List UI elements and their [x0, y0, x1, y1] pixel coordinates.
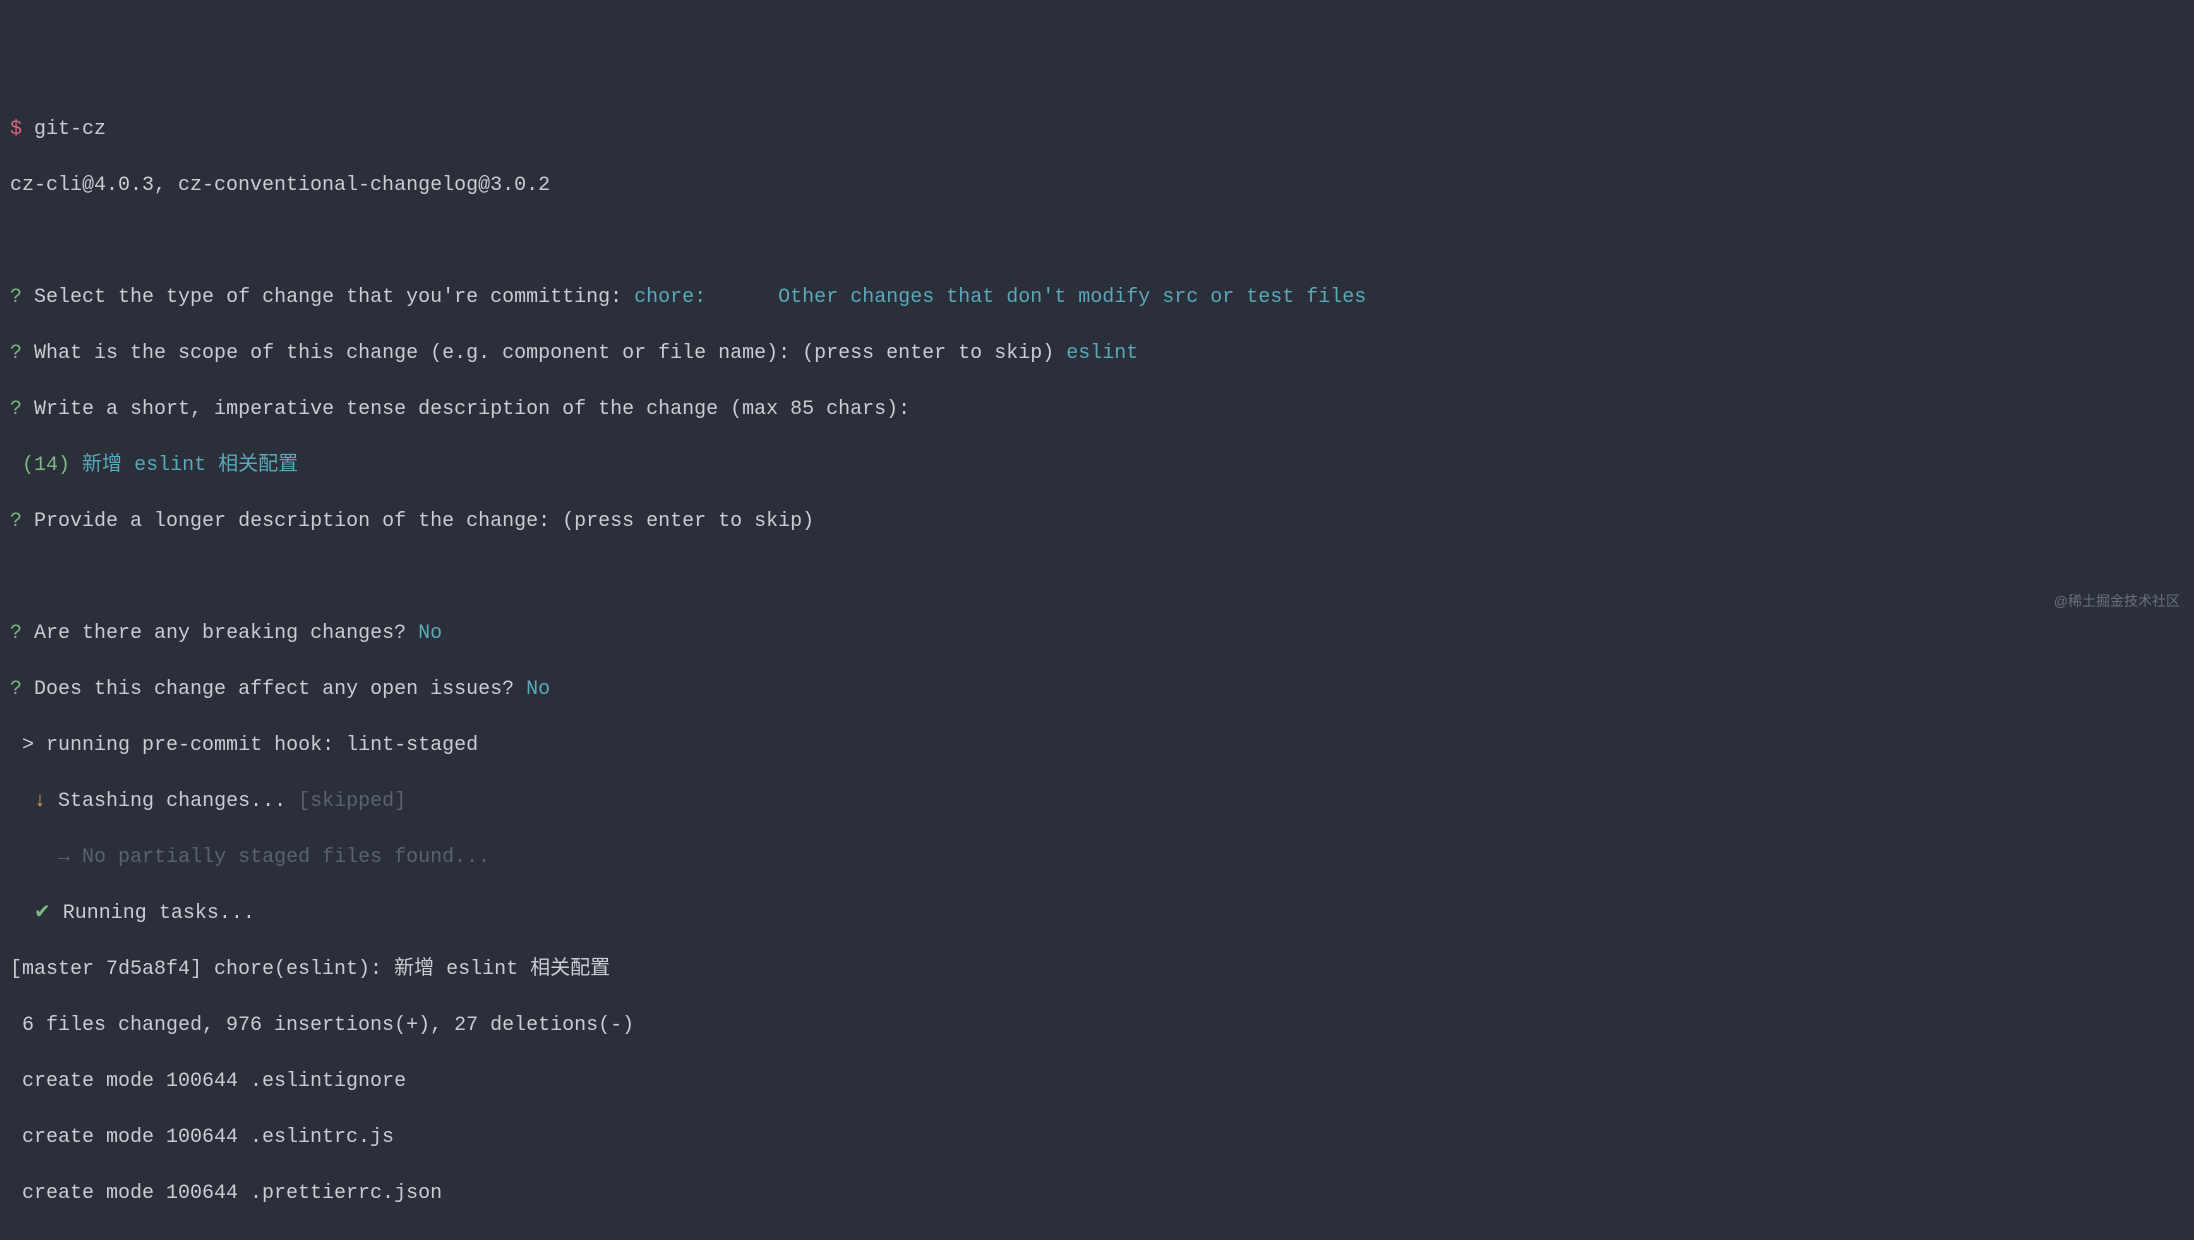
- hook-text: running pre-commit hook: lint-staged: [46, 734, 478, 757]
- question-1: ? Select the type of change that you're …: [10, 284, 2184, 312]
- check-icon: ✔: [34, 902, 51, 925]
- stash-line: ↓ Stashing changes... [skipped]: [10, 788, 2184, 816]
- prompt-symbol: $: [10, 118, 22, 141]
- question-4: ? Provide a longer description of the ch…: [10, 508, 2184, 536]
- commit-stats: 6 files changed, 976 insertions(+), 27 d…: [10, 1012, 2184, 1040]
- question-mark-icon: ?: [10, 678, 22, 701]
- version-line: cz-cli@4.0.3, cz-conventional-changelog@…: [10, 172, 2184, 200]
- question-6-answer: No: [526, 678, 550, 701]
- blank-line-2: [10, 564, 2184, 592]
- command-line: $ git-cz: [10, 116, 2184, 144]
- question-3: ? Write a short, imperative tense descri…: [10, 396, 2184, 424]
- char-count: (14): [22, 454, 70, 477]
- question-mark-icon: ?: [10, 286, 22, 309]
- question-6-text: Does this change affect any open issues?: [34, 678, 514, 701]
- question-1-text: Select the type of change that you're co…: [34, 286, 622, 309]
- tasks-line: ✔ Running tasks...: [10, 900, 2184, 928]
- question-1-answer: chore: Other changes that don't modify s…: [634, 286, 1366, 309]
- commit-file-1: create mode 100644 .eslintignore: [10, 1068, 2184, 1096]
- partial-text: No partially staged files found...: [82, 846, 490, 869]
- question-2-text: What is the scope of this change (e.g. c…: [34, 342, 1054, 365]
- question-mark-icon: ?: [10, 622, 22, 645]
- watermark: @稀土掘金技术社区: [2054, 592, 2180, 612]
- hook-prefix: >: [10, 734, 34, 757]
- description-line: (14) 新增 eslint 相关配置: [10, 452, 2184, 480]
- question-6: ? Does this change affect any open issue…: [10, 676, 2184, 704]
- desc-cjk-2: 相关配置: [218, 454, 298, 477]
- desc-cjk-1: 新增: [82, 454, 122, 477]
- question-4-text: Provide a longer description of the chan…: [34, 510, 814, 533]
- question-mark-icon: ?: [10, 342, 22, 365]
- command-text: git-cz: [34, 118, 106, 141]
- question-3-text: Write a short, imperative tense descript…: [34, 398, 910, 421]
- stash-text: Stashing changes...: [58, 790, 286, 813]
- question-mark-icon: ?: [10, 510, 22, 533]
- blank-line-1: [10, 228, 2184, 256]
- partial-line: → No partially staged files found...: [10, 844, 2184, 872]
- question-5-text: Are there any breaking changes?: [34, 622, 406, 645]
- commit-file-3: create mode 100644 .prettierrc.json: [10, 1180, 2184, 1208]
- arrow-down-icon: ↓: [34, 790, 46, 813]
- commit-file-2: create mode 100644 .eslintrc.js: [10, 1124, 2184, 1152]
- commit-header: [master 7d5a8f4] chore(eslint): 新增 eslin…: [10, 956, 2184, 984]
- desc-word: eslint: [134, 454, 206, 477]
- question-mark-icon: ?: [10, 398, 22, 421]
- question-2-answer: eslint: [1066, 342, 1138, 365]
- stash-status: [skipped]: [298, 790, 406, 813]
- arrow-right-icon: →: [58, 846, 70, 869]
- question-5-answer: No: [418, 622, 442, 645]
- hook-line: > running pre-commit hook: lint-staged: [10, 732, 2184, 760]
- question-5: ? Are there any breaking changes? No: [10, 620, 2184, 648]
- question-2: ? What is the scope of this change (e.g.…: [10, 340, 2184, 368]
- tasks-text: Running tasks...: [63, 902, 255, 925]
